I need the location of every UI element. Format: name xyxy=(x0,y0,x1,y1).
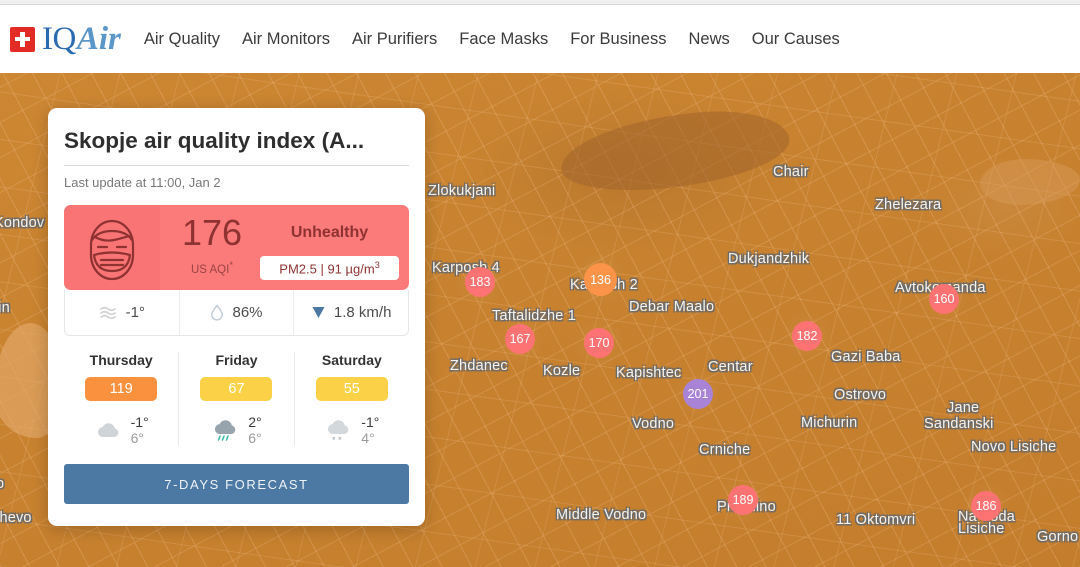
forecast-low-temp: 4° xyxy=(361,430,375,446)
aqi-panel: 176 Unhealthy US AQI* PM2.5 | 91 µg/m3 xyxy=(64,205,409,290)
stat-wind: 1.8 km/h xyxy=(293,290,408,335)
forecast-high-temp: 2° xyxy=(248,414,262,430)
aqi-unit-label: US AQI* xyxy=(190,260,234,276)
logo-text-primary: IQ xyxy=(42,20,76,57)
face-with-mask-icon xyxy=(64,205,160,290)
humidity-droplet-icon xyxy=(211,304,224,321)
weather-stats-row: -1° 86% 1.8 km/h xyxy=(64,290,409,336)
forecast-day-saturday[interactable]: Saturday 55 -1° 4° xyxy=(293,352,409,446)
forecast-aqi-badge: 55 xyxy=(315,377,388,401)
seven-days-forecast-button[interactable]: 7-DAYS FORECAST xyxy=(64,464,409,504)
forecast-day-name: Friday xyxy=(215,352,258,368)
map-aqi-marker[interactable]: 201 xyxy=(683,379,713,409)
map-aqi-marker[interactable]: 160 xyxy=(929,284,959,314)
aqi-value: 176 xyxy=(181,211,243,253)
snow-icon xyxy=(328,420,349,440)
main-navigation: Air Quality Air Monitors Air Purifiers F… xyxy=(133,30,851,49)
map-aqi-marker[interactable]: 186 xyxy=(971,491,1001,521)
nav-item-face-masks[interactable]: Face Masks xyxy=(448,30,559,49)
map-aqi-marker[interactable]: 189 xyxy=(728,485,758,515)
map-aqi-marker[interactable]: 182 xyxy=(792,321,822,351)
map-aqi-marker[interactable]: 136 xyxy=(584,263,617,296)
forecast-high-temp: -1° xyxy=(130,414,149,430)
forecast-day-friday[interactable]: Friday 67 2° 6° xyxy=(178,352,293,446)
nav-item-for-business[interactable]: For Business xyxy=(559,30,677,49)
wind-direction-icon xyxy=(312,307,325,318)
map-aqi-marker[interactable]: 170 xyxy=(584,328,614,358)
forecast-row: Thursday 119 -1° 6° Friday 67 2° 6° Satu… xyxy=(64,352,409,446)
forecast-low-temp: 6° xyxy=(248,430,262,446)
nav-item-air-monitors[interactable]: Air Monitors xyxy=(231,30,341,49)
forecast-aqi-badge: 67 xyxy=(200,377,273,401)
site-logo[interactable]: IQ Air xyxy=(10,20,121,57)
temperature-waves-icon xyxy=(99,306,116,319)
stat-humidity: 86% xyxy=(178,290,294,335)
page-root: IQ Air Air Quality Air Monitors Air Puri… xyxy=(0,0,1080,567)
stat-temperature-value: -1° xyxy=(125,304,145,321)
cloudy-icon xyxy=(97,423,118,437)
nav-item-news[interactable]: News xyxy=(678,30,741,49)
aqi-status-label: Unhealthy xyxy=(290,223,369,241)
nav-item-air-purifiers[interactable]: Air Purifiers xyxy=(341,30,448,49)
rain-icon xyxy=(215,420,236,441)
forecast-day-name: Thursday xyxy=(89,352,153,368)
swiss-flag-icon xyxy=(10,26,35,52)
nav-item-our-causes[interactable]: Our Causes xyxy=(741,30,851,49)
pollutant-badge: PM2.5 | 91 µg/m3 xyxy=(260,255,399,281)
forecast-aqi-badge: 119 xyxy=(85,377,158,401)
forecast-day-thursday[interactable]: Thursday 119 -1° 6° xyxy=(64,352,178,446)
stat-humidity-value: 86% xyxy=(232,304,263,321)
map-aqi-marker[interactable]: 167 xyxy=(505,324,535,354)
site-header: IQ Air Air Quality Air Monitors Air Puri… xyxy=(0,5,1080,73)
page-title: Skopje air quality index (A... xyxy=(64,128,409,166)
forecast-low-temp: 6° xyxy=(130,430,145,446)
stat-temperature: -1° xyxy=(65,290,179,335)
last-update-text: Last update at 11:00, Jan 2 xyxy=(64,175,221,190)
air-quality-card: Skopje air quality index (A... Last upda… xyxy=(48,108,425,526)
stat-wind-value: 1.8 km/h xyxy=(333,304,392,321)
forecast-high-temp: -1° xyxy=(361,414,380,430)
logo-text-secondary: Air xyxy=(76,20,121,57)
aqi-main: 176 Unhealthy US AQI* PM2.5 | 91 µg/m3 xyxy=(160,205,409,290)
map-aqi-marker[interactable]: 183 xyxy=(465,267,495,297)
forecast-day-name: Saturday xyxy=(321,352,382,368)
nav-item-air-quality[interactable]: Air Quality xyxy=(133,30,231,49)
